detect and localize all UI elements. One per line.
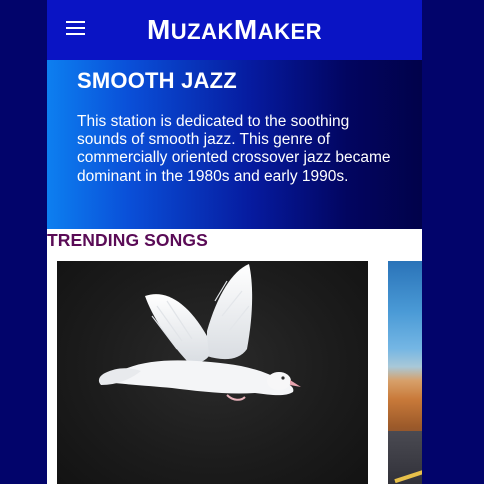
song-card[interactable] — [388, 261, 422, 484]
brand-part: AKER — [257, 19, 323, 44]
station-description: This station is dedicated to the soothin… — [77, 113, 391, 185]
app-frame: MUZAKMAKER SMOOTH JAZZ This station is d… — [47, 0, 422, 484]
station-title: SMOOTH JAZZ — [77, 68, 237, 93]
station-hero-banner: SMOOTH JAZZ This station is dedicated to… — [47, 60, 422, 229]
white-dove-flying-image — [98, 264, 301, 401]
brand-part: M — [233, 14, 258, 45]
brand-part: M — [146, 14, 171, 45]
app-logo-title[interactable]: MUZAKMAKER — [47, 14, 422, 46]
brand-part: UZAK — [170, 19, 234, 44]
song-card[interactable] — [57, 261, 368, 484]
top-app-bar: MUZAKMAKER — [47, 0, 422, 60]
desert-road-landscape-image — [388, 261, 422, 484]
trending-songs-heading: TRENDING SONGS — [47, 230, 208, 250]
